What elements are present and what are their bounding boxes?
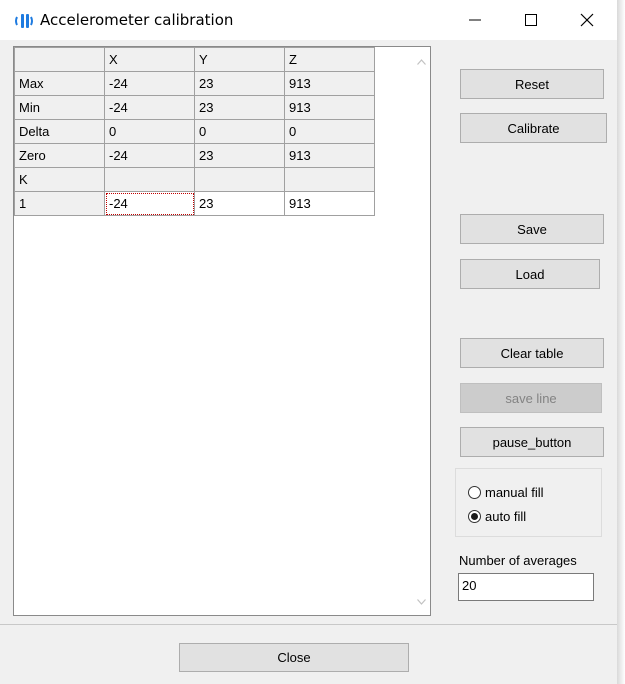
cell-k-x[interactable] <box>104 167 195 192</box>
table-header-row: X Y Z <box>14 47 375 72</box>
manual-fill-option[interactable]: manual fill <box>468 485 544 500</box>
calibrate-button[interactable]: Calibrate <box>460 113 607 143</box>
column-header-x[interactable]: X <box>104 47 195 72</box>
table-row: K <box>14 167 375 192</box>
averages-label: Number of averages <box>459 553 577 568</box>
cell-max-y[interactable]: 23 <box>194 71 285 96</box>
auto-fill-label: auto fill <box>485 509 527 524</box>
cell-zero-y[interactable]: 23 <box>194 143 285 168</box>
fill-mode-group: manual fill auto fill <box>455 468 602 537</box>
save-line-button[interactable]: save line <box>460 383 602 413</box>
minimize-button[interactable] <box>447 0 503 40</box>
column-header-corner <box>14 47 105 72</box>
pause-button[interactable]: pause_button <box>460 427 604 457</box>
close-window-button[interactable] <box>559 0 615 40</box>
cell-zero-x[interactable]: -24 <box>104 143 195 168</box>
accelerometer-app-icon <box>15 14 33 28</box>
row-header-min[interactable]: Min <box>14 95 105 120</box>
radio-selected-dot <box>471 513 478 520</box>
vertical-scrollbar[interactable] <box>413 47 430 615</box>
cell-delta-z[interactable]: 0 <box>284 119 375 144</box>
cell-k-y[interactable] <box>194 167 285 192</box>
window-title: Accelerometer calibration <box>40 11 234 29</box>
cell-zero-z[interactable]: 913 <box>284 143 375 168</box>
cell-max-z[interactable]: 913 <box>284 71 375 96</box>
maximize-button[interactable] <box>503 0 559 40</box>
table-row: 1 -24 23 913 <box>14 191 375 216</box>
row-header-delta[interactable]: Delta <box>14 119 105 144</box>
column-header-y[interactable]: Y <box>194 47 285 72</box>
calibration-window: Accelerometer calibration X Y Z Max -24 … <box>0 0 617 684</box>
clear-table-button[interactable]: Clear table <box>460 338 604 368</box>
manual-fill-radio[interactable] <box>468 486 481 499</box>
maximize-icon <box>525 14 537 26</box>
cell-max-x[interactable]: -24 <box>104 71 195 96</box>
table-row: Min -24 23 913 <box>14 95 375 120</box>
table-row: Delta 0 0 0 <box>14 119 375 144</box>
load-button[interactable]: Load <box>460 259 600 289</box>
cell-min-z[interactable]: 913 <box>284 95 375 120</box>
minimize-icon <box>469 19 481 21</box>
bottom-divider <box>0 624 617 625</box>
calibration-grid[interactable]: X Y Z Max -24 23 913 Min -24 23 913 Delt… <box>13 46 431 616</box>
cell-min-x[interactable]: -24 <box>104 95 195 120</box>
window-shadow <box>617 0 625 684</box>
close-button[interactable]: Close <box>179 643 409 672</box>
cell-min-y[interactable]: 23 <box>194 95 285 120</box>
save-button[interactable]: Save <box>460 214 604 244</box>
cell-1-z[interactable]: 913 <box>284 191 375 216</box>
averages-input[interactable]: 20 <box>458 573 594 601</box>
cell-k-z[interactable] <box>284 167 375 192</box>
manual-fill-label: manual fill <box>485 485 544 500</box>
row-header-max[interactable]: Max <box>14 71 105 96</box>
table-row: Zero -24 23 913 <box>14 143 375 168</box>
cell-1-y[interactable]: 23 <box>194 191 285 216</box>
close-icon <box>580 13 594 27</box>
row-header-1[interactable]: 1 <box>14 191 105 216</box>
cell-delta-y[interactable]: 0 <box>194 119 285 144</box>
auto-fill-radio[interactable] <box>468 510 481 523</box>
row-header-k[interactable]: K <box>14 167 105 192</box>
calibration-table: X Y Z Max -24 23 913 Min -24 23 913 Delt… <box>14 47 375 216</box>
cell-delta-x[interactable]: 0 <box>104 119 195 144</box>
auto-fill-option[interactable]: auto fill <box>468 509 526 524</box>
reset-button[interactable]: Reset <box>460 69 604 99</box>
scroll-up-arrow-icon[interactable] <box>417 59 426 65</box>
scroll-down-arrow-icon[interactable] <box>417 599 426 605</box>
title-bar[interactable]: Accelerometer calibration <box>0 0 617 40</box>
column-header-z[interactable]: Z <box>284 47 375 72</box>
cell-1-x[interactable]: -24 <box>104 191 195 216</box>
row-header-zero[interactable]: Zero <box>14 143 105 168</box>
table-row: Max -24 23 913 <box>14 71 375 96</box>
